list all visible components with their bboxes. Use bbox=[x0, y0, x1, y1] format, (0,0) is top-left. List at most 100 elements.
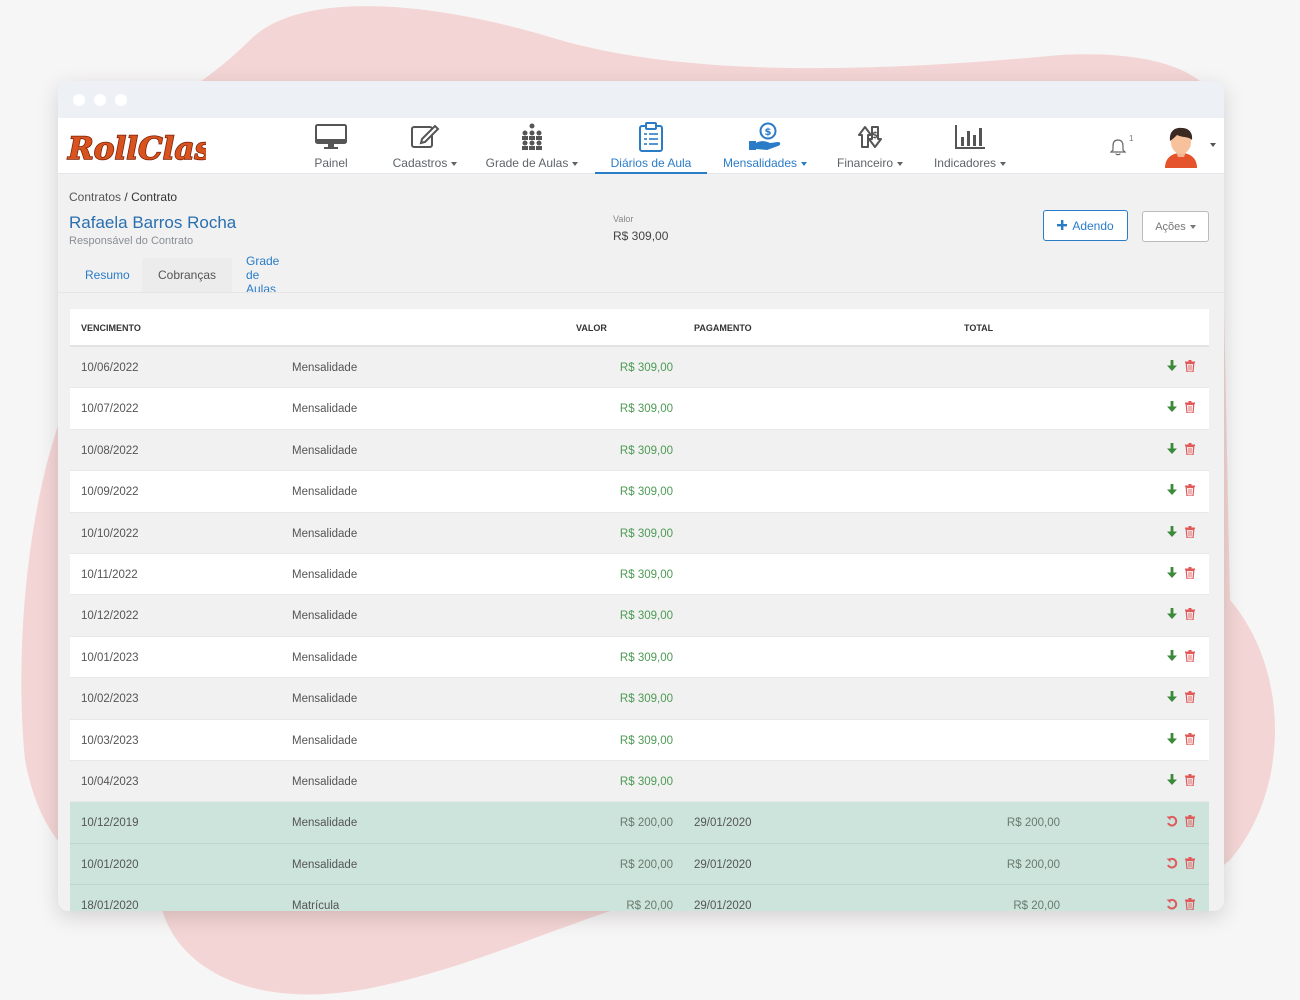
row-actions bbox=[1166, 566, 1195, 582]
table-header: VENCIMENTO VALOR PAGAMENTO TOTAL bbox=[70, 309, 1209, 347]
rollclass-logo[interactable]: RollClass bbox=[66, 131, 206, 165]
trash-icon[interactable] bbox=[1185, 773, 1195, 789]
vencimento-cell: 10/09/2022 bbox=[81, 486, 139, 499]
trash-icon[interactable] bbox=[1185, 566, 1195, 582]
vencimento-cell: 10/01/2020 bbox=[81, 858, 139, 871]
nav-label: Indicadores bbox=[933, 156, 997, 170]
table-row[interactable]: 10/12/2022 Mensalidade R$ 309,00 bbox=[70, 595, 1209, 637]
table-row[interactable]: 10/11/2022 Mensalidade R$ 309,00 bbox=[70, 554, 1209, 596]
descricao-cell: Mensalidade bbox=[292, 403, 358, 416]
table-row[interactable]: 10/12/2019 Mensalidade R$ 200,00 29/01/2… bbox=[70, 802, 1209, 844]
trash-icon[interactable] bbox=[1185, 484, 1195, 499]
arrow-down-icon[interactable] bbox=[1166, 525, 1178, 541]
arrow-down-icon[interactable] bbox=[1166, 691, 1178, 706]
row-actions bbox=[1166, 815, 1195, 830]
undo-payment-icon[interactable] bbox=[1166, 815, 1178, 830]
nav-mensalidades[interactable]: $ Mensalidades bbox=[715, 118, 815, 174]
row-actions bbox=[1166, 525, 1195, 541]
nav-painel[interactable]: Painel bbox=[304, 118, 358, 174]
trash-icon[interactable] bbox=[1185, 691, 1195, 706]
trash-icon[interactable] bbox=[1185, 815, 1195, 830]
descricao-cell: Mensalidade bbox=[292, 444, 358, 457]
window-dot bbox=[115, 94, 127, 106]
vencimento-cell: 10/12/2019 bbox=[81, 817, 139, 830]
vencimento-cell: 10/06/2022 bbox=[81, 362, 139, 374]
table-row[interactable]: 10/03/2023 Mensalidade R$ 309,00 bbox=[70, 720, 1209, 761]
trash-icon[interactable] bbox=[1185, 732, 1195, 748]
descricao-cell: Mensalidade bbox=[292, 651, 358, 664]
table-row[interactable]: 10/09/2022 Mensalidade R$ 309,00 bbox=[70, 471, 1209, 513]
table-row[interactable]: 10/07/2022 Mensalidade R$ 309,00 bbox=[70, 388, 1209, 430]
table-row[interactable]: 10/08/2022 Mensalidade R$ 309,00 bbox=[70, 429, 1209, 472]
column-header-vencimento[interactable]: VENCIMENTO bbox=[81, 323, 141, 333]
nav-label: Diários de Aula bbox=[610, 156, 692, 170]
pagamento-cell: 29/01/2020 bbox=[694, 900, 752, 911]
svg-text:RollClass: RollClass bbox=[67, 131, 206, 165]
nav-diarios-de-aula[interactable]: Diários de Aula bbox=[595, 118, 707, 174]
tab-resumo[interactable]: Resumo bbox=[69, 258, 146, 292]
undo-payment-icon[interactable] bbox=[1166, 898, 1178, 911]
acoes-button[interactable]: Ações bbox=[1142, 211, 1209, 242]
trash-icon[interactable] bbox=[1185, 856, 1195, 872]
descricao-cell: Matrícula bbox=[292, 900, 340, 911]
column-header-total[interactable]: TOTAL bbox=[964, 323, 993, 333]
table-row[interactable]: 10/06/2022 Mensalidade R$ 309,00 bbox=[70, 347, 1209, 389]
nav-grade-de-aulas[interactable]: Grade de Aulas bbox=[484, 118, 580, 174]
add-adendo-button[interactable]: Adendo bbox=[1043, 210, 1128, 241]
nav-label: Mensalidades bbox=[722, 156, 798, 170]
table-row[interactable]: 18/01/2020 Matrícula R$ 20,00 29/01/2020… bbox=[70, 885, 1209, 911]
vencimento-cell: 10/02/2023 bbox=[81, 693, 139, 706]
trash-icon[interactable] bbox=[1185, 442, 1195, 458]
chevron-down-icon[interactable] bbox=[1210, 143, 1216, 147]
arrow-down-icon[interactable] bbox=[1166, 649, 1178, 665]
column-header-valor[interactable]: VALOR bbox=[576, 323, 607, 333]
arrow-down-icon[interactable] bbox=[1166, 566, 1178, 582]
undo-payment-icon[interactable] bbox=[1166, 857, 1178, 872]
bar-chart-icon bbox=[954, 122, 986, 152]
arrow-down-icon[interactable] bbox=[1166, 608, 1178, 623]
finance-icon: $ bbox=[855, 122, 885, 152]
nav-financeiro[interactable]: $ Financeiro bbox=[830, 118, 910, 174]
nav-label: Grade de Aulas bbox=[485, 156, 569, 170]
clipboard-icon bbox=[638, 122, 664, 152]
arrow-down-icon[interactable] bbox=[1166, 484, 1178, 499]
adendo-label: Adendo bbox=[1072, 218, 1114, 233]
row-actions bbox=[1166, 649, 1195, 665]
trash-icon[interactable] bbox=[1185, 360, 1195, 375]
descricao-cell: Mensalidade bbox=[292, 610, 358, 623]
descricao-cell: Mensalidade bbox=[292, 775, 358, 788]
nav-indicadores[interactable]: Indicadores bbox=[930, 118, 1010, 174]
arrow-down-icon[interactable] bbox=[1166, 360, 1178, 375]
table-row[interactable]: 10/10/2022 Mensalidade R$ 309,00 bbox=[70, 512, 1209, 554]
column-header-pagamento[interactable]: PAGAMENTO bbox=[694, 323, 752, 333]
arrow-down-icon[interactable] bbox=[1166, 732, 1178, 748]
breadcrumb-contratos[interactable]: Contratos bbox=[69, 190, 121, 204]
tab-grade-de-aulas[interactable]: Grade de Aulas bbox=[230, 254, 295, 296]
person-role: Responsável do Contrato bbox=[69, 235, 194, 247]
valor-cell: R$ 200,00 bbox=[619, 817, 673, 830]
trash-icon[interactable] bbox=[1185, 649, 1195, 665]
trash-icon[interactable] bbox=[1185, 608, 1195, 623]
total-cell: R$ 200,00 bbox=[1006, 817, 1060, 830]
tab-cobrancas[interactable]: Cobranças bbox=[142, 258, 233, 292]
table-row[interactable]: 10/02/2023 Mensalidade R$ 309,00 bbox=[70, 678, 1209, 720]
arrow-down-icon[interactable] bbox=[1166, 773, 1178, 789]
arrow-down-icon[interactable] bbox=[1166, 442, 1178, 458]
people-grid-icon bbox=[517, 122, 547, 152]
pagamento-cell: 29/01/2020 bbox=[694, 858, 752, 871]
table-row[interactable]: 10/01/2023 Mensalidade R$ 309,00 bbox=[70, 637, 1209, 679]
divider bbox=[58, 292, 1224, 293]
trash-icon[interactable] bbox=[1185, 525, 1195, 541]
descricao-cell: Mensalidade bbox=[292, 568, 358, 581]
table-row[interactable]: 10/01/2020 Mensalidade R$ 200,00 29/01/2… bbox=[70, 843, 1209, 886]
breadcrumb: Contratos / Contrato bbox=[69, 190, 177, 204]
bell-icon[interactable] bbox=[1109, 138, 1127, 161]
cobrancas-table: VENCIMENTO VALOR PAGAMENTO TOTAL 10/06/2… bbox=[70, 309, 1209, 911]
valor-value: R$ 309,00 bbox=[613, 229, 669, 243]
nav-cadastros[interactable]: Cadastros bbox=[388, 118, 462, 174]
table-row[interactable]: 10/04/2023 Mensalidade R$ 309,00 bbox=[70, 760, 1209, 803]
trash-icon[interactable] bbox=[1185, 898, 1195, 911]
trash-icon[interactable] bbox=[1185, 401, 1195, 416]
avatar[interactable] bbox=[1161, 124, 1201, 173]
arrow-down-icon[interactable] bbox=[1166, 401, 1178, 416]
